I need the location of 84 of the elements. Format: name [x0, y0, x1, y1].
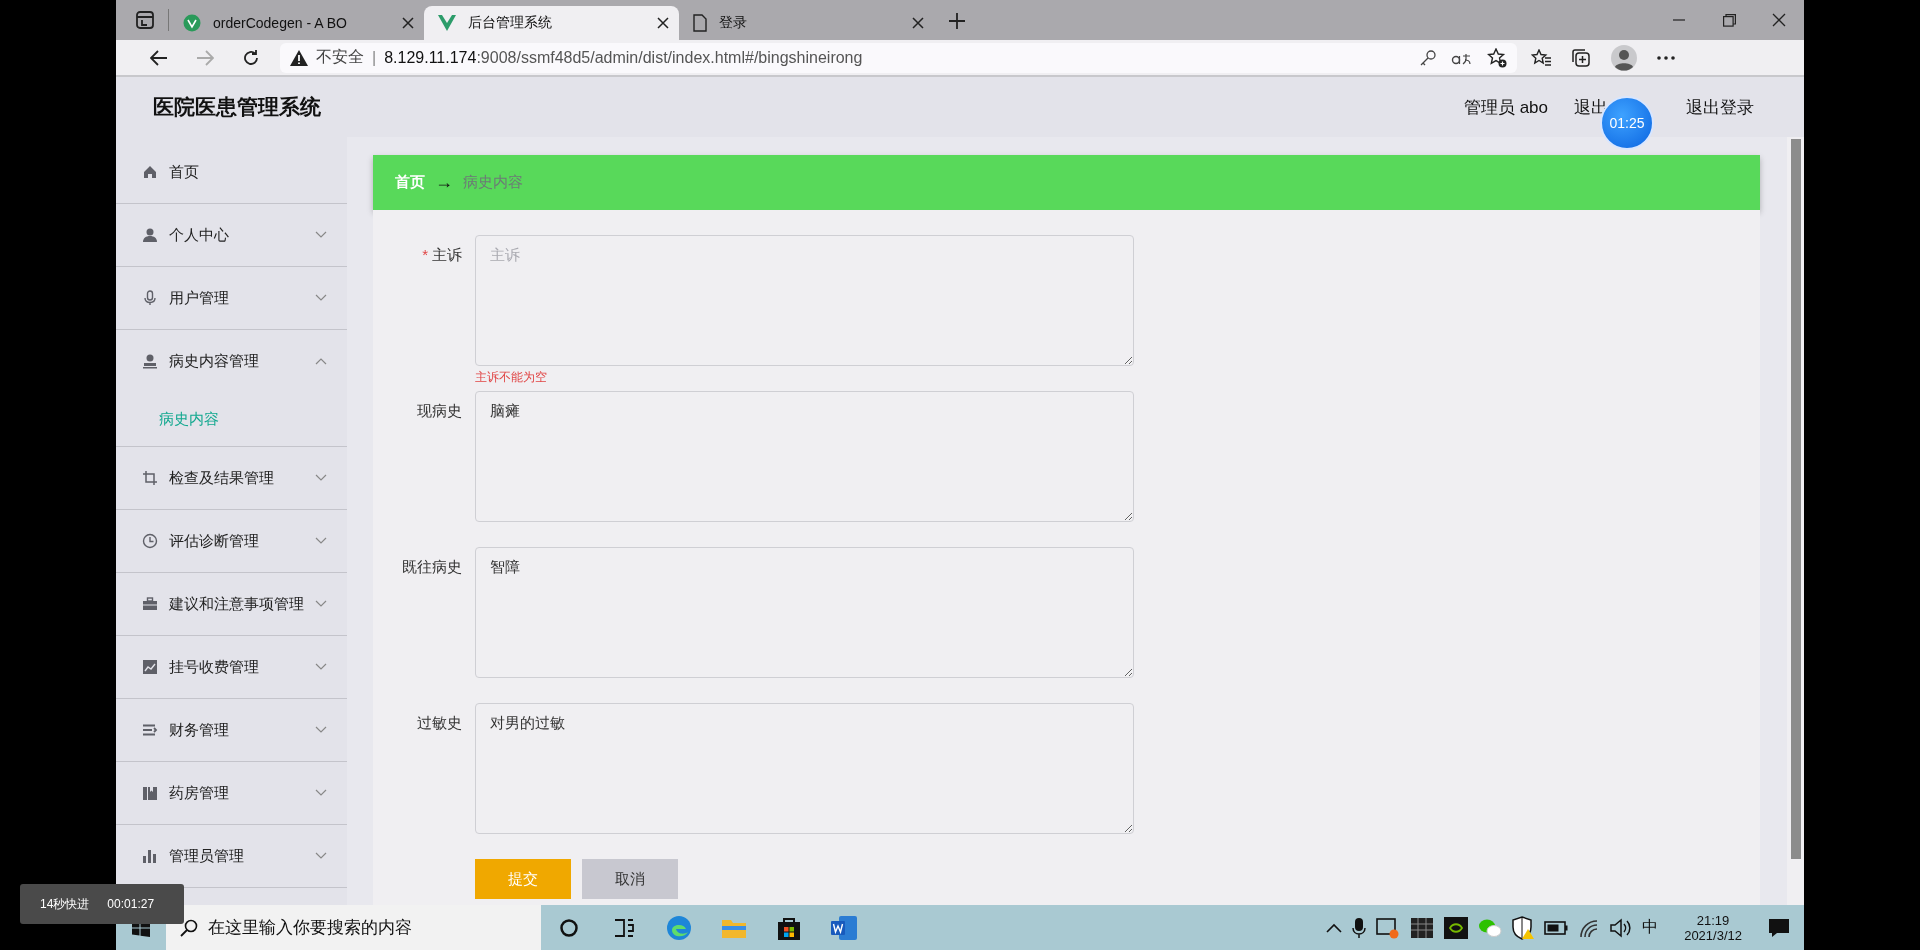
text-area[interactable]: 对男的过敏	[475, 703, 1134, 834]
new-tab-icon[interactable]	[949, 13, 965, 29]
clock-time: 21:19	[1696, 912, 1730, 928]
field-label: 既往病史	[401, 557, 462, 577]
text-area[interactable]: 智障	[475, 547, 1134, 678]
favorites-icon[interactable]	[1531, 48, 1551, 67]
shield-warning-icon[interactable]	[1512, 915, 1535, 940]
chevron-icon	[315, 357, 327, 365]
profile-avatar-icon[interactable]	[1611, 44, 1637, 71]
browser-tab[interactable]: orderCodegen - A BO	[169, 6, 424, 40]
user-label: 管理员 abo	[1463, 96, 1548, 119]
more-icon[interactable]	[1657, 55, 1675, 60]
chevron-icon	[315, 789, 327, 797]
cancel-button[interactable]: 取消	[582, 859, 678, 899]
security-label: 不安全	[316, 47, 364, 67]
browser-tab[interactable]: 登录	[679, 6, 934, 40]
clock-date: 2021/3/12	[1684, 927, 1742, 943]
microphone-icon[interactable]	[1352, 916, 1367, 939]
grid-tray-icon[interactable]	[1410, 916, 1435, 939]
restore-icon[interactable]	[1722, 13, 1736, 27]
menu-item-icon	[142, 659, 158, 675]
reload-icon[interactable]	[242, 48, 260, 67]
close-icon[interactable]	[402, 17, 414, 29]
address-bar[interactable]: 不安全 | 8.129.11.174:9008/ssmf48d5/admin/dist/index.html#/bingshineirong	[280, 42, 1517, 73]
chevron-icon	[315, 474, 327, 482]
menu-item-icon	[142, 596, 158, 612]
breadcrumb-separator: →	[435, 172, 453, 193]
chevron-icon	[315, 231, 327, 239]
key-icon[interactable]	[1419, 48, 1437, 67]
chevron-icon	[315, 663, 327, 671]
error-message: 主诉不能为空	[475, 370, 547, 384]
close-icon[interactable]	[1772, 13, 1786, 27]
field-label: 现病史	[416, 401, 462, 421]
close-icon[interactable]	[912, 17, 924, 29]
menu-item-icon	[142, 164, 158, 180]
chevron-up-icon[interactable]	[1326, 922, 1343, 933]
collections-icon[interactable]	[1571, 47, 1591, 68]
battery-icon[interactable]	[1544, 920, 1569, 935]
notification-icon[interactable]	[1768, 917, 1790, 938]
page-icon	[693, 14, 707, 32]
text-area[interactable]: 主诉	[475, 235, 1134, 366]
menu-item-icon	[142, 722, 158, 738]
menu-item-icon	[142, 353, 158, 369]
graphics-tray-icon[interactable]	[1444, 916, 1469, 939]
menu-item-icon	[142, 848, 158, 864]
breadcrumb-current: 病史内容	[463, 173, 523, 192]
url-separator: |	[372, 48, 377, 67]
input-method-indicator[interactable]: 中	[1642, 917, 1659, 938]
menu-item-icon	[142, 227, 158, 243]
url-text: 8.129.11.174:9008/ssmf48d5/admin/dist/index.html#/bingshineirong	[384, 48, 863, 67]
scrollbar-thumb[interactable]	[1790, 139, 1801, 859]
chevron-icon	[315, 600, 327, 608]
circle-icon[interactable]	[558, 917, 579, 938]
field-label: * 主诉	[421, 245, 462, 265]
close-icon[interactable]	[657, 17, 669, 29]
chevron-icon	[315, 294, 327, 302]
menu-item[interactable]: 病史内容管理	[116, 330, 347, 392]
taskbar-search-field[interactable]: 在这里输入你要搜索的内容	[166, 905, 541, 950]
vue-logo-icon	[438, 15, 456, 31]
back-icon[interactable]	[150, 49, 168, 66]
search-icon	[180, 918, 198, 937]
volume-icon[interactable]	[1610, 917, 1633, 938]
app-tray-icon[interactable]	[1376, 916, 1401, 939]
app-title: 医院医患管理系统	[153, 94, 321, 120]
menu-item-icon	[142, 785, 158, 801]
text-area[interactable]: 脑瘫	[475, 391, 1134, 522]
warning-icon	[290, 49, 308, 66]
tab-actions-icon[interactable]	[136, 11, 154, 29]
logout-link[interactable]: 退出登录	[1686, 95, 1754, 119]
browser-tab[interactable]: 后台管理系统	[424, 6, 679, 40]
menu-item-icon	[142, 470, 158, 486]
shopping-bag-icon[interactable]	[777, 915, 800, 940]
task-view-icon[interactable]	[613, 918, 634, 937]
chevron-icon	[315, 726, 327, 734]
document-app-icon[interactable]	[830, 915, 857, 940]
playback-label: 14秒快进	[40, 895, 90, 913]
leaf-circle-icon	[183, 14, 201, 32]
chevron-icon	[315, 537, 327, 545]
field-label: 过敏史	[416, 713, 462, 733]
chevron-icon	[315, 852, 327, 860]
menu-item-icon	[142, 290, 158, 306]
playback-time: 00:01:27	[107, 897, 155, 911]
menu-item-icon	[142, 533, 158, 549]
add-favorite-icon[interactable]	[1487, 47, 1507, 68]
